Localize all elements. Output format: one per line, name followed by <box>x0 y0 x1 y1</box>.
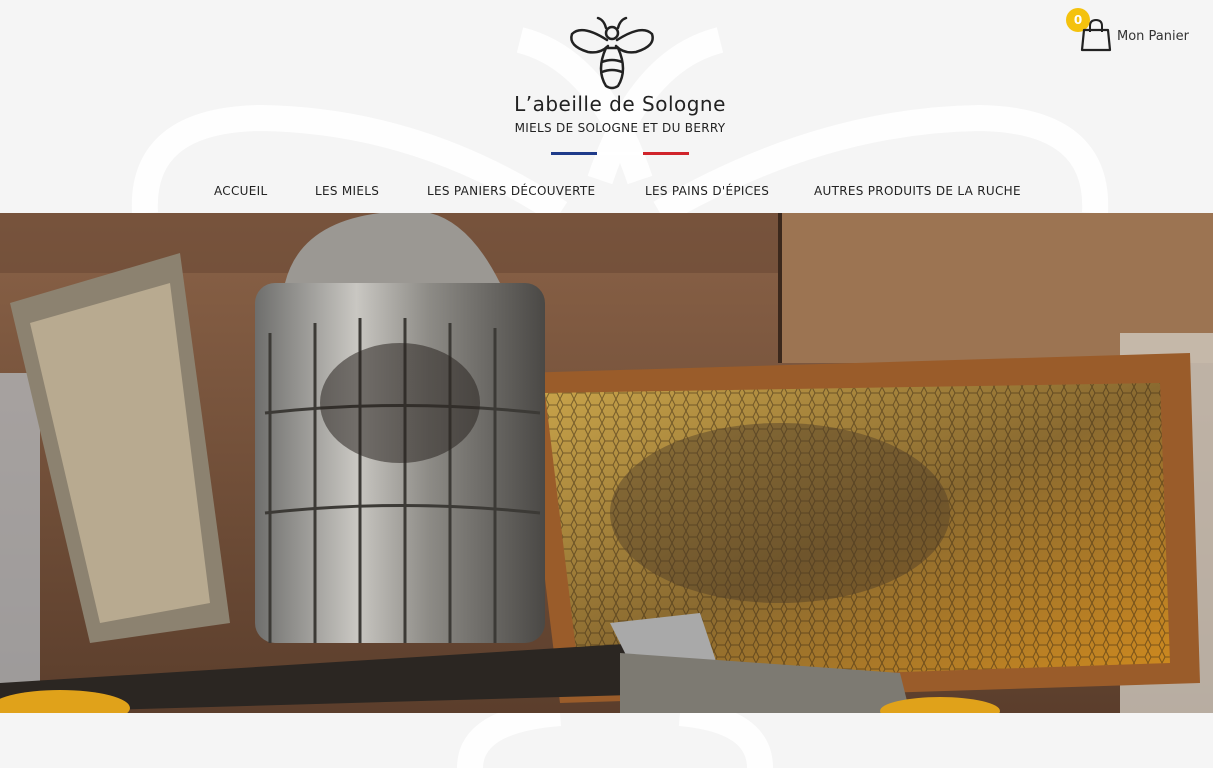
hero-banner-image <box>0 213 1213 713</box>
brand-tagline: MIELS DE SOLOGNE ET DU BERRY <box>514 121 726 135</box>
nav-item-pains-epices[interactable]: LES PAINS D'ÉPICES <box>645 184 769 198</box>
brand-name: L’abeille de Sologne <box>514 92 726 116</box>
shopping-bag-icon <box>1080 18 1112 52</box>
cart-button[interactable]: 0 Mon Panier <box>1066 8 1206 52</box>
nav-item-les-miels[interactable]: LES MIELS <box>315 184 379 198</box>
site-header: L’abeille de Sologne MIELS DE SOLOGNE ET… <box>0 0 1213 213</box>
hero-illustration <box>0 213 1213 713</box>
nav-item-accueil[interactable]: ACCUEIL <box>214 184 267 198</box>
site-logo[interactable]: L’abeille de Sologne MIELS DE SOLOGNE ET… <box>490 14 750 164</box>
flag-stripe-blue <box>551 152 597 155</box>
main-navigation: ACCUEIL LES MIELS LES PANIERS DÉCOUVERTE… <box>0 184 1213 206</box>
cart-label: Mon Panier <box>1117 29 1189 44</box>
nav-item-paniers-decouverte[interactable]: LES PANIERS DÉCOUVERTE <box>427 184 595 198</box>
bee-logo-icon <box>570 16 654 90</box>
nav-item-autres-produits[interactable]: AUTRES PRODUITS DE LA RUCHE <box>814 184 1021 198</box>
flag-stripe-white <box>597 152 643 155</box>
flag-stripe-red <box>643 152 689 155</box>
